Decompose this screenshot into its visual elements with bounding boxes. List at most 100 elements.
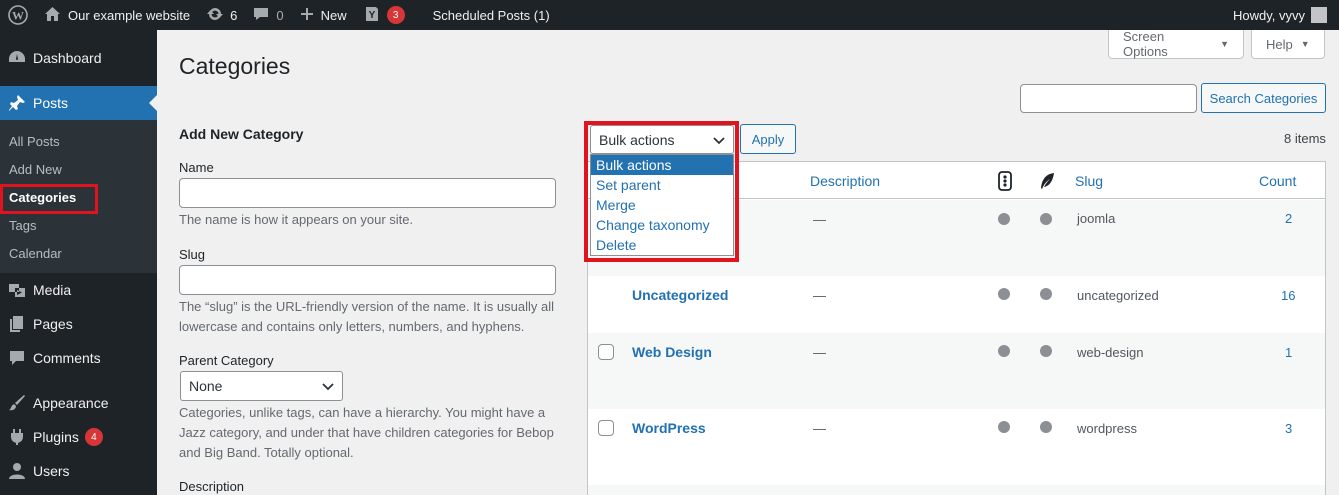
scheduled-posts-label: Scheduled Posts (1) <box>432 7 550 23</box>
sidebar-label-users: Users <box>33 463 70 479</box>
caret-down-icon: ▼ <box>1220 39 1229 49</box>
comment-icon <box>253 6 269 25</box>
slug-input[interactable] <box>179 265 556 295</box>
search-categories-input[interactable] <box>1020 84 1197 113</box>
category-name-link[interactable]: Uncategorized <box>632 287 728 303</box>
avatar <box>1311 7 1327 23</box>
caret-down-icon: ▼ <box>1300 39 1310 49</box>
category-slug: joomla <box>1077 211 1116 226</box>
sidebar-item-users[interactable]: Users <box>0 454 157 488</box>
category-name-link[interactable]: WordPress <box>632 420 706 436</box>
readability-status-dot <box>1040 288 1052 300</box>
table-row <box>588 485 1325 495</box>
category-name-link[interactable]: Web Design <box>632 344 712 360</box>
category-slug: web-design <box>1077 345 1144 360</box>
plugins-badge: 4 <box>84 428 103 446</box>
plugin-icon <box>7 427 27 447</box>
submenu-calendar[interactable]: Calendar <box>0 239 157 267</box>
plus-icon <box>300 7 314 24</box>
sidebar-label-plugins: Plugins <box>33 429 79 445</box>
paintbrush-icon <box>7 393 27 413</box>
parent-category-description: Categories, unlike tags, can have a hier… <box>179 405 554 460</box>
site-name: Our example website <box>68 7 191 23</box>
column-seo-icon[interactable] <box>998 171 1012 194</box>
yoast-icon: Y <box>363 5 381 26</box>
column-count[interactable]: Count <box>1259 173 1296 189</box>
sidebar-item-dashboard[interactable]: Dashboard <box>0 30 157 86</box>
name-input[interactable] <box>179 178 556 208</box>
seo-status-dot <box>998 421 1010 433</box>
category-count-link[interactable]: 3 <box>1285 421 1292 436</box>
pages-icon <box>7 314 27 334</box>
row-checkbox[interactable] <box>598 344 614 360</box>
parent-category-select[interactable]: None <box>180 371 343 401</box>
admin-sidebar: Dashboard Posts All Posts Add New Catego… <box>0 30 157 495</box>
comments-icon <box>7 348 27 368</box>
seo-menu[interactable]: Y 3 <box>355 0 413 30</box>
dashboard-icon <box>7 48 27 68</box>
categories-highlight-box <box>0 184 98 214</box>
submenu-all-posts[interactable]: All Posts <box>0 127 157 155</box>
pin-icon <box>7 93 27 113</box>
users-icon <box>7 461 27 481</box>
help-label: Help <box>1266 36 1293 52</box>
readability-status-dot <box>1040 421 1052 433</box>
sidebar-label-comments: Comments <box>33 350 101 366</box>
traffic-light-icon <box>998 171 1012 191</box>
readability-status-dot <box>1040 213 1052 225</box>
sidebar-item-plugins[interactable]: Plugins 4 <box>0 420 157 454</box>
category-description: — <box>813 345 826 360</box>
help-button[interactable]: Help ▼ <box>1251 30 1325 59</box>
greeting: Howdy, vyvy <box>1233 7 1305 23</box>
feather-icon <box>1041 173 1054 189</box>
column-description[interactable]: Description <box>810 173 880 189</box>
comments-link[interactable]: 0 <box>245 0 291 30</box>
name-label: Name <box>179 160 214 175</box>
scheduled-posts-link[interactable]: Scheduled Posts (1) <box>425 0 558 30</box>
column-slug[interactable]: Slug <box>1075 173 1103 189</box>
site-name-link[interactable]: Our example website <box>36 0 198 30</box>
my-account-link[interactable]: Howdy, vyvy <box>1225 0 1335 30</box>
new-label: New <box>320 7 347 23</box>
comments-count: 0 <box>276 7 284 23</box>
updates-count: 6 <box>230 7 238 23</box>
apply-button[interactable]: Apply <box>740 124 796 154</box>
row-checkbox[interactable] <box>598 420 614 436</box>
sidebar-item-posts[interactable]: Posts <box>0 86 157 120</box>
table-row: Uncategorized — uncategorized 16 <box>588 276 1325 333</box>
sidebar-item-comments[interactable]: Comments <box>0 341 157 375</box>
bulk-actions-highlight-box <box>584 121 739 262</box>
category-count-link[interactable]: 1 <box>1285 345 1292 360</box>
items-count: 8 items <box>1284 131 1326 146</box>
media-icon <box>7 280 27 300</box>
description-label: Description <box>179 479 245 494</box>
category-count-link[interactable]: 2 <box>1285 211 1292 226</box>
name-description: The name is how it appears on your site. <box>179 212 414 227</box>
category-count-link[interactable]: 16 <box>1281 288 1295 303</box>
sidebar-item-appearance[interactable]: Appearance <box>0 386 157 420</box>
sidebar-item-pages[interactable]: Pages <box>0 307 157 341</box>
new-content-link[interactable]: New <box>292 0 355 30</box>
add-category-title: Add New Category <box>179 126 304 142</box>
search-categories-button[interactable]: Search Categories <box>1201 83 1326 113</box>
svg-text:Y: Y <box>368 10 375 21</box>
table-row: WordPress — wordpress 3 <box>588 409 1325 485</box>
seo-status-dot <box>998 213 1010 225</box>
sidebar-item-media[interactable]: Media <box>0 273 157 307</box>
category-description: — <box>813 421 826 436</box>
sidebar-label-dashboard: Dashboard <box>33 50 102 66</box>
updates-link[interactable]: 6 <box>198 0 245 30</box>
column-readability-icon[interactable] <box>1038 171 1056 194</box>
screen-options-button[interactable]: Screen Options ▼ <box>1108 29 1244 59</box>
submenu-tags[interactable]: Tags <box>0 211 157 239</box>
seo-status-dot <box>998 345 1010 357</box>
seo-badge: 3 <box>386 6 405 24</box>
wordpress-logo-icon[interactable]: W <box>0 0 36 30</box>
submenu-add-new[interactable]: Add New <box>0 155 157 183</box>
sidebar-label-media: Media <box>33 282 72 298</box>
category-description: — <box>813 288 826 303</box>
category-description: — <box>813 212 826 227</box>
slug-description: The “slug” is the URL-friendly version o… <box>179 299 554 334</box>
category-slug: uncategorized <box>1077 288 1159 303</box>
category-slug: wordpress <box>1077 421 1137 436</box>
